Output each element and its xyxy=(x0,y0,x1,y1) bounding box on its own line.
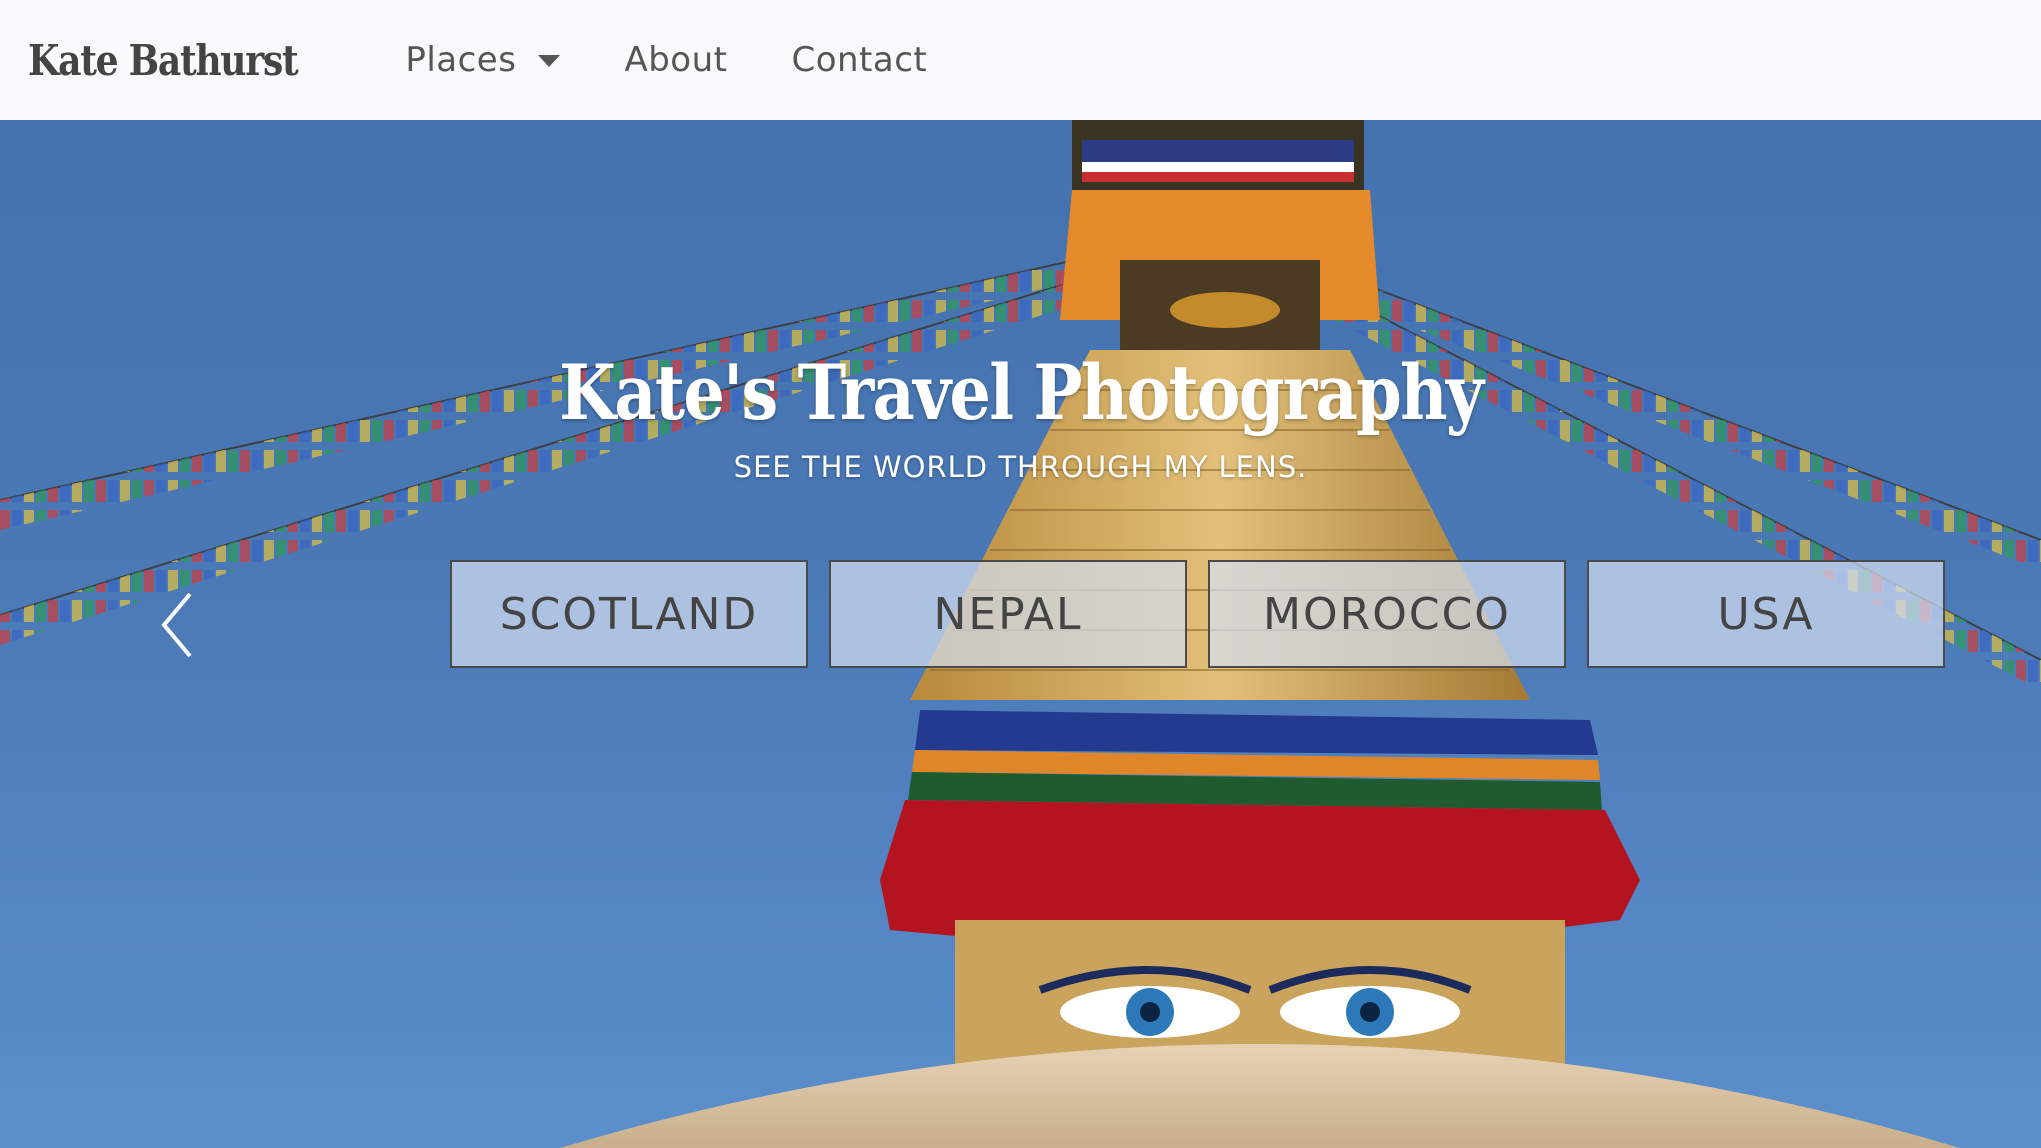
chevron-left-icon[interactable] xyxy=(158,590,198,660)
hero-subtitle: SEE THE WORLD THROUGH MY LENS. xyxy=(733,450,1308,484)
place-buttons: SCOTLAND NEPAL MOROCCO USA xyxy=(450,560,1945,668)
nav-item-places[interactable]: Places xyxy=(405,40,561,80)
place-button-usa[interactable]: USA xyxy=(1587,560,1945,668)
nav-item-about-label: About xyxy=(624,40,728,80)
hero-title-text: Kate's Travel Photography xyxy=(558,348,1484,437)
place-button-morocco[interactable]: MOROCCO xyxy=(1208,560,1566,668)
caret-down-icon xyxy=(538,55,561,67)
place-button-scotland[interactable]: SCOTLAND xyxy=(450,560,808,668)
nav-item-contact[interactable]: Contact xyxy=(791,40,927,80)
hero-carousel: Kate's Travel Photography SEE THE WORLD … xyxy=(0,120,2041,1148)
place-button-nepal[interactable]: NEPAL xyxy=(829,560,1187,668)
hero-title: Kate's Travel Photography xyxy=(0,348,2041,437)
nav-item-about[interactable]: About xyxy=(624,40,727,80)
nav-item-places-label: Places xyxy=(405,40,517,80)
top-navbar: Kate Bathurst Places About Contact xyxy=(0,0,2041,120)
brand-logo[interactable]: Kate Bathurst xyxy=(28,36,299,85)
nav-item-contact-label: Contact xyxy=(791,40,928,80)
